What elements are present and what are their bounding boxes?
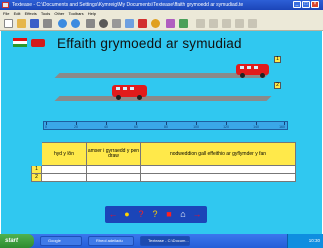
bus-lane-1[interactable] — [236, 64, 269, 78]
bus-window — [247, 66, 251, 69]
row-number: 1 — [31, 165, 42, 174]
navigation-bar: ← ● ? ? ■ ⌂ → — [105, 206, 207, 223]
table-row: 1 — [31, 165, 296, 174]
lane-2-road — [54, 96, 272, 101]
taskbar-item-active[interactable]: Textease - C:\Docum... — [140, 236, 190, 246]
open-icon[interactable] — [17, 19, 26, 28]
table-cell[interactable] — [86, 173, 141, 182]
copy-icon[interactable] — [125, 19, 134, 28]
minibus-icon — [31, 39, 45, 47]
title-bar: Textease - C:\Documents and Settings\Kym… — [0, 0, 323, 10]
ruler-label: 100 — [193, 125, 199, 129]
table-cell[interactable] — [41, 173, 87, 182]
page-title: Effaith grymoedd ar symudiad — [57, 36, 242, 51]
bus-wheel — [260, 73, 265, 78]
start-label: start — [5, 238, 19, 244]
menu-bar: File Edit Effects Tools Other Toolbars H… — [0, 10, 323, 17]
toolbar-button-disabled — [222, 19, 231, 28]
home-icon[interactable]: ⌂ — [178, 209, 188, 220]
menu-effects[interactable]: Effects — [25, 11, 37, 16]
bus-wheel — [116, 95, 121, 100]
taskbar-item[interactable]: Google — [40, 236, 82, 246]
results-table: hyd y lôn amser i gyrraedd y pen draw no… — [31, 142, 296, 182]
row-number: 2 — [31, 173, 42, 182]
table-cell[interactable] — [140, 165, 296, 174]
flag-icon — [13, 38, 27, 47]
print-icon[interactable] — [43, 19, 52, 28]
ruler-label: 20 — [74, 125, 78, 129]
save-icon[interactable] — [30, 19, 39, 28]
ruler-label: 80 — [164, 125, 168, 129]
bus-window — [123, 87, 127, 90]
table-cell[interactable] — [86, 165, 141, 174]
bus-window — [254, 66, 258, 69]
table-header-cell: nodweddion gall effeithio ar gyflymder y… — [140, 142, 296, 166]
toolbar-button-disabled — [235, 19, 244, 28]
help-icon[interactable]: ? — [136, 209, 146, 220]
ruler-label: 0 — [45, 125, 47, 129]
menu-file[interactable]: File — [3, 11, 9, 16]
maximize-button[interactable]: □ — [302, 1, 310, 8]
dot-icon[interactable]: ● — [122, 209, 132, 220]
menu-tools[interactable]: Tools — [41, 11, 50, 16]
taskbar: start Google Rheol adeiladu Textease - C… — [0, 234, 323, 248]
next-page-arrow-icon[interactable]: → — [192, 209, 202, 220]
ruler-label: 120 — [223, 125, 229, 129]
toolbar-button-disabled — [209, 19, 218, 28]
bus-wheel — [137, 95, 142, 100]
menu-other[interactable]: Other — [54, 11, 64, 16]
close-button[interactable]: × — [311, 1, 319, 8]
ruler-label: 40 — [104, 125, 108, 129]
new-icon[interactable] — [4, 19, 13, 28]
menu-help[interactable]: Help — [88, 11, 96, 16]
table-cell[interactable] — [140, 173, 296, 182]
table-row: 2 — [31, 173, 296, 182]
style-icon[interactable] — [179, 19, 188, 28]
settings-icon[interactable] — [151, 19, 160, 28]
bus-window — [240, 66, 244, 69]
clock: 10:30 — [308, 238, 320, 243]
spell-check-icon[interactable] — [86, 19, 95, 28]
window-title: Textease - C:\Documents and Settings\Kym… — [12, 2, 244, 8]
system-tray: 10:30 — [287, 234, 323, 248]
cut-icon[interactable] — [112, 19, 121, 28]
bus-lane-2[interactable] — [112, 85, 147, 100]
menu-toolbars[interactable]: Toolbars — [69, 11, 84, 16]
previous-page-arrow-icon[interactable]: ← — [108, 209, 118, 220]
table-cell[interactable] — [41, 165, 87, 174]
ruler-label: 140 — [253, 125, 259, 129]
app-icon — [2, 2, 9, 8]
table-header-row: hyd y lôn amser i gyrraedd y pen draw no… — [31, 142, 296, 166]
document-canvas[interactable]: Effaith grymoedd ar symudiad 1 2 0 20 40… — [1, 31, 322, 234]
table-header-cell: hyd y lôn — [41, 142, 87, 166]
ruler: 0 20 40 60 80 100 120 140 160 — [43, 121, 288, 130]
minimize-button[interactable]: _ — [293, 1, 301, 8]
lane-1-label: 1 — [274, 56, 281, 63]
ruler-label: 160 — [279, 125, 285, 129]
table-corner — [31, 142, 42, 166]
book-icon[interactable]: ■ — [164, 209, 174, 220]
lane-2-label: 2 — [274, 82, 281, 89]
taskbar-item[interactable]: Rheol adeiladu — [88, 236, 134, 246]
undo-icon[interactable] — [58, 19, 67, 28]
table-header-cell: amser i gyrraedd y pen draw — [86, 142, 141, 166]
start-button[interactable]: start — [0, 234, 34, 248]
paint-icon[interactable] — [166, 19, 175, 28]
bus-window — [130, 87, 134, 90]
bus-window — [116, 87, 120, 90]
menu-edit[interactable]: Edit — [14, 11, 21, 16]
toolbar-button-disabled — [248, 19, 257, 28]
question-icon[interactable]: ? — [150, 209, 160, 220]
toolbar — [0, 17, 323, 31]
redo-icon[interactable] — [71, 19, 80, 28]
toolbar-button-disabled — [196, 19, 205, 28]
delete-icon[interactable] — [138, 19, 147, 28]
ruler-label: 60 — [134, 125, 138, 129]
bus-wheel — [240, 73, 245, 78]
find-icon[interactable] — [99, 19, 108, 28]
